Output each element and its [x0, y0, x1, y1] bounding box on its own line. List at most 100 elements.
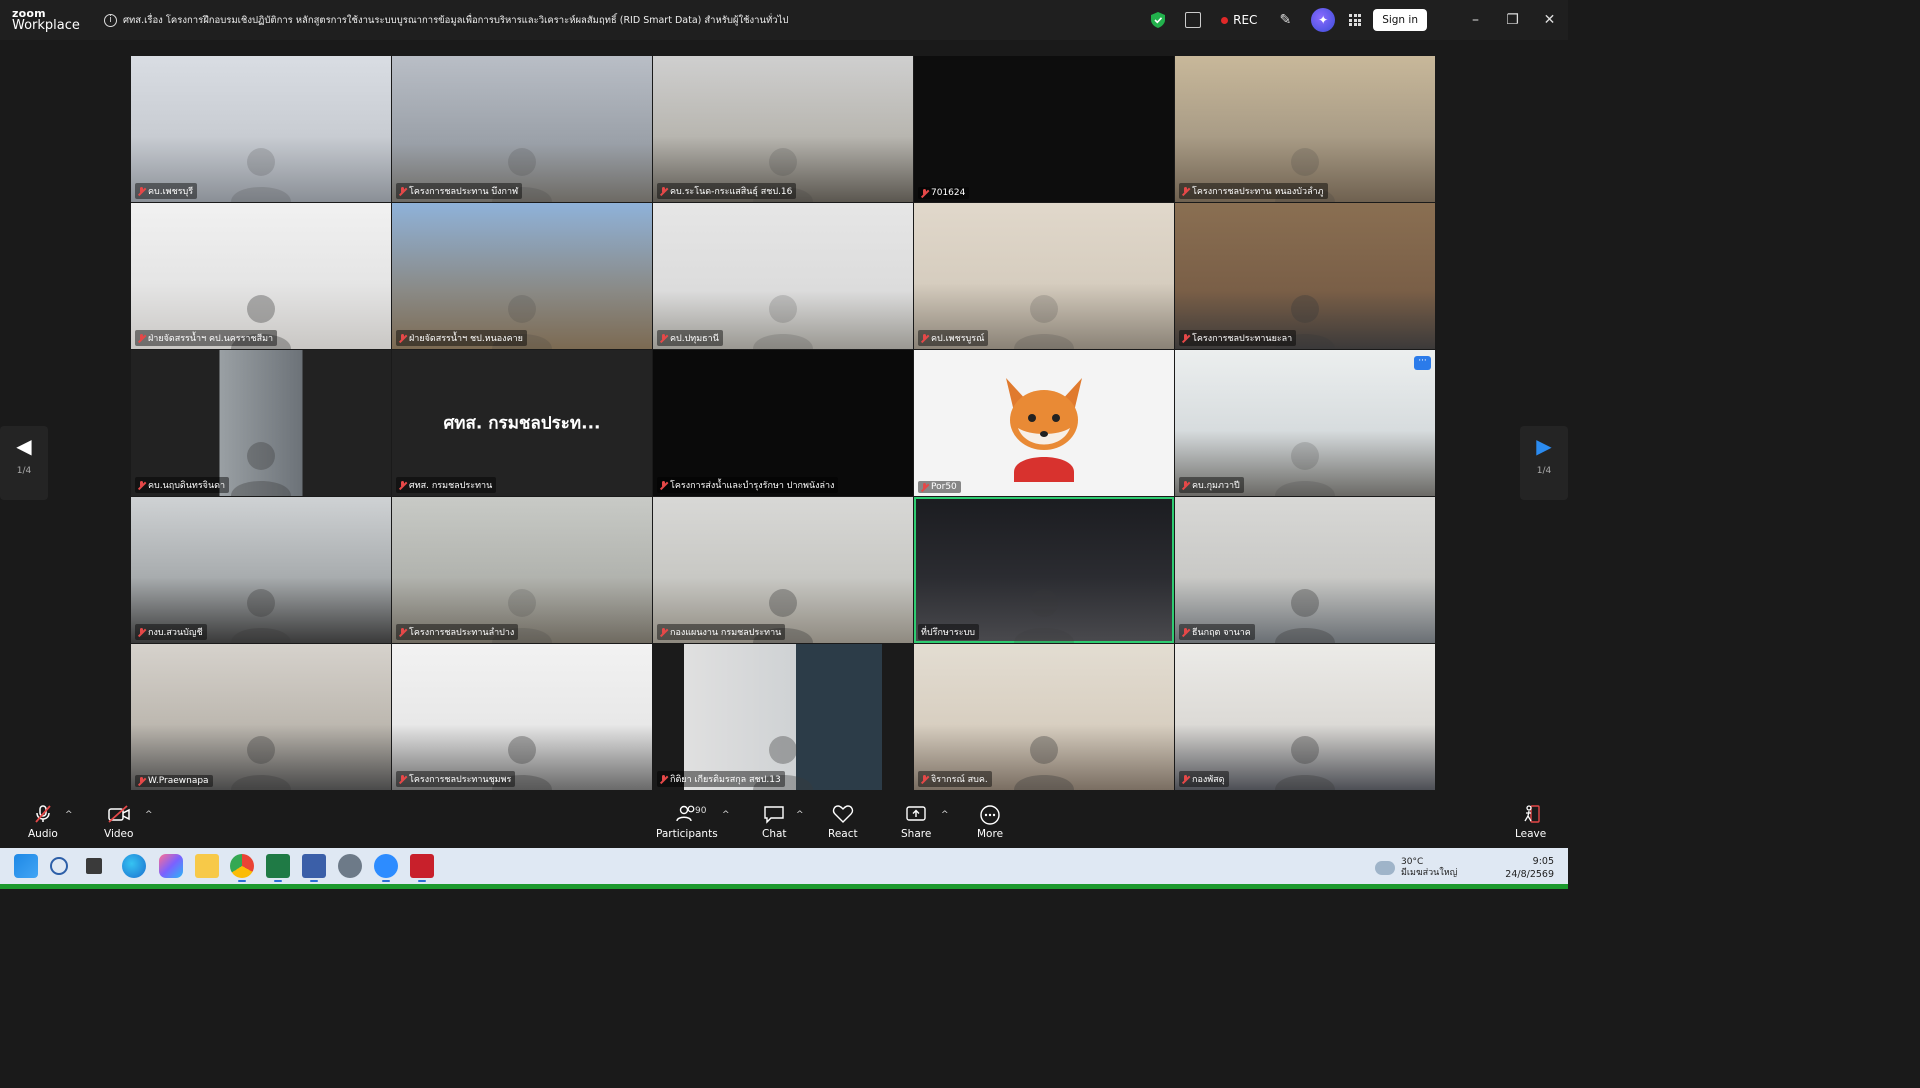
ai-companion-icon[interactable]: ✦ — [1311, 8, 1336, 32]
participant-video-icon — [743, 289, 823, 349]
sign-in-button[interactable]: Sign in — [1373, 9, 1427, 31]
participant-name-label: โครงการชลประทาน บึงกาฬ — [396, 183, 523, 199]
video-tile[interactable]: ฝ่ายจัดสรรน้ำฯ ชป.หนองคาย — [392, 203, 652, 349]
video-tile[interactable]: กองแผนงาน กรมชลประทาน — [653, 497, 913, 643]
system-clock[interactable]: 9:05 24/8/2569 — [1505, 855, 1554, 881]
arrow-left-icon: ◀ — [16, 434, 32, 458]
video-tile[interactable]: โครงการชลประทาน บึงกาฬ — [392, 56, 652, 202]
shield-icon[interactable] — [1151, 12, 1166, 28]
video-tile[interactable]: คบ.เพชรบุรี — [131, 56, 391, 202]
participants-button[interactable]: Participants — [656, 804, 718, 840]
apps-grid-icon[interactable] — [1349, 14, 1362, 26]
participant-name-label: Por50 — [918, 481, 961, 493]
search-icon[interactable] — [50, 857, 68, 875]
video-tile[interactable]: โครงการส่งน้ำและบำรุงรักษา ปากพนังล่าง — [653, 350, 913, 496]
participant-name: ธีนกฤต จานาค — [1192, 628, 1251, 638]
video-tile[interactable]: โครงการชลประทานชุมพร — [392, 644, 652, 790]
settings-icon[interactable] — [338, 854, 362, 878]
participant-video-icon — [1265, 583, 1345, 643]
more-label: More — [977, 828, 1004, 840]
video-tile[interactable]: ที่ปรึกษาระบบ — [914, 497, 1174, 643]
file-explorer-icon[interactable] — [195, 854, 219, 878]
video-tile[interactable]: โครงการชลประทานยะลา — [1175, 203, 1435, 349]
participants-options-caret-icon[interactable]: ^ — [722, 810, 730, 820]
video-tile[interactable]: ฝ่ายจัดสรรน้ำฯ คป.นครราชสีมา — [131, 203, 391, 349]
participant-name-label: โครงการชลประทานชุมพร — [396, 771, 516, 787]
mic-muted-icon — [921, 188, 928, 198]
participant-video-icon — [1004, 730, 1084, 790]
video-tile[interactable]: คป.ปทุมธานี — [653, 203, 913, 349]
participant-name: โครงการส่งน้ำและบำรุงรักษา ปากพนังล่าง — [670, 481, 835, 491]
participant-name: ที่ปรึกษาระบบ — [921, 628, 976, 638]
video-tile[interactable]: โครงการชลประทาน หนองบัวลำภู — [1175, 56, 1435, 202]
participant-name-label: คบ.กุมภวาปี — [1179, 477, 1244, 493]
video-tile[interactable]: ศทส. กรมชลประท... ศทส. กรมชลประทาน — [392, 350, 652, 496]
audio-options-caret-icon[interactable]: ^ — [65, 810, 73, 820]
leave-button[interactable]: Leave — [1515, 804, 1546, 840]
close-icon[interactable]: ✕ — [1531, 12, 1568, 28]
weather-widget[interactable]: 30°C มีเมฆส่วนใหญ่ — [1375, 857, 1457, 879]
share-button[interactable]: Share — [901, 804, 931, 840]
excel-icon[interactable] — [266, 854, 290, 882]
video-tile[interactable]: ธีนกฤต จานาค — [1175, 497, 1435, 643]
brush-icon[interactable]: ✎ — [1279, 12, 1291, 28]
video-tile[interactable]: กิติยา เกียรติมรสกุล สชป.13 — [653, 644, 913, 790]
copilot-icon[interactable] — [159, 854, 183, 878]
acrobat-icon[interactable] — [410, 854, 434, 882]
info-icon[interactable]: i — [104, 13, 117, 27]
audio-button[interactable]: Audio — [28, 804, 58, 840]
participant-name-label: กองแผนงาน กรมชลประทาน — [657, 624, 786, 640]
prev-page-button[interactable]: ◀ 1/4 — [0, 426, 48, 500]
participant-name: โครงการชลประทานลำปาง — [409, 628, 515, 638]
zoom-icon[interactable] — [374, 854, 398, 882]
video-tile[interactable]: คบ.นฤบดินทรจินดา — [131, 350, 391, 496]
zoom-logo: zoom Workplace — [0, 8, 90, 32]
edge-icon[interactable] — [122, 854, 146, 878]
mic-muted-icon — [399, 333, 406, 343]
windows-start-icon[interactable] — [14, 854, 38, 878]
chat-options-caret-icon[interactable]: ^ — [796, 810, 804, 820]
participant-name: ฝ่ายจัดสรรน้ำฯ คป.นครราชสีมา — [148, 334, 274, 344]
page-indicator-right: 1/4 — [1536, 466, 1552, 476]
meeting-toolbar: Audio ^ Video ^ Participants 90 ^ Chat ^… — [0, 798, 1568, 848]
rec-indicator[interactable]: REC — [1221, 13, 1257, 27]
video-tile[interactable]: Por50 — [914, 350, 1174, 496]
restore-icon[interactable]: ❐ — [1494, 12, 1531, 28]
video-tile[interactable]: จิรากรณ์ สบค. — [914, 644, 1174, 790]
arrow-right-icon: ▶ — [1536, 434, 1552, 458]
clock-date: 24/8/2569 — [1505, 869, 1554, 880]
video-tile[interactable]: 701624 — [914, 56, 1174, 202]
zoom-window: zoom Workplace i ศทส.เรื่อง โครงการฝึกอบ… — [0, 0, 1568, 889]
participant-name-label: ธีนกฤต จานาค — [1179, 624, 1255, 640]
participant-name-label: โครงการชลประทาน หนองบัวลำภู — [1179, 183, 1328, 199]
next-page-button[interactable]: ▶ 1/4 — [1520, 426, 1568, 500]
video-tile[interactable]: กงบ.สวนบัญชี — [131, 497, 391, 643]
video-tile[interactable]: ··· คบ.กุมภวาปี — [1175, 350, 1435, 496]
video-tile[interactable]: W.Praewnapa — [131, 644, 391, 790]
tile-options-icon[interactable]: ··· — [1414, 356, 1431, 370]
notes-icon[interactable] — [1185, 12, 1202, 28]
share-options-caret-icon[interactable]: ^ — [941, 810, 949, 820]
chrome-icon[interactable] — [230, 854, 254, 882]
participant-name: โครงการชลประทาน บึงกาฬ — [409, 187, 519, 197]
video-tile[interactable]: คบ.ระโนด-กระแสสินธุ์ สชป.16 — [653, 56, 913, 202]
video-options-caret-icon[interactable]: ^ — [145, 810, 153, 820]
participant-name: Por50 — [931, 482, 957, 492]
react-button[interactable]: React — [828, 804, 858, 840]
mic-muted-icon — [1182, 480, 1189, 490]
network-app-icon[interactable] — [302, 854, 326, 882]
more-button[interactable]: More — [977, 804, 1003, 840]
participant-video-icon — [221, 436, 301, 496]
share-label: Share — [901, 828, 932, 840]
video-tile[interactable]: กองพัสดุ — [1175, 644, 1435, 790]
video-tile[interactable]: โครงการชลประทานลำปาง — [392, 497, 652, 643]
participant-name: โครงการชลประทานชุมพร — [409, 775, 512, 785]
participant-name-label: คป.เพชรบูรณ์ — [918, 330, 989, 346]
participant-video-icon — [221, 142, 301, 202]
task-view-icon[interactable] — [86, 858, 102, 874]
mic-muted-icon — [399, 186, 406, 196]
video-button[interactable]: Video — [104, 804, 133, 840]
video-tile[interactable]: คป.เพชรบูรณ์ — [914, 203, 1174, 349]
chat-button[interactable]: Chat — [762, 804, 787, 840]
minimize-icon[interactable]: – — [1457, 12, 1494, 28]
